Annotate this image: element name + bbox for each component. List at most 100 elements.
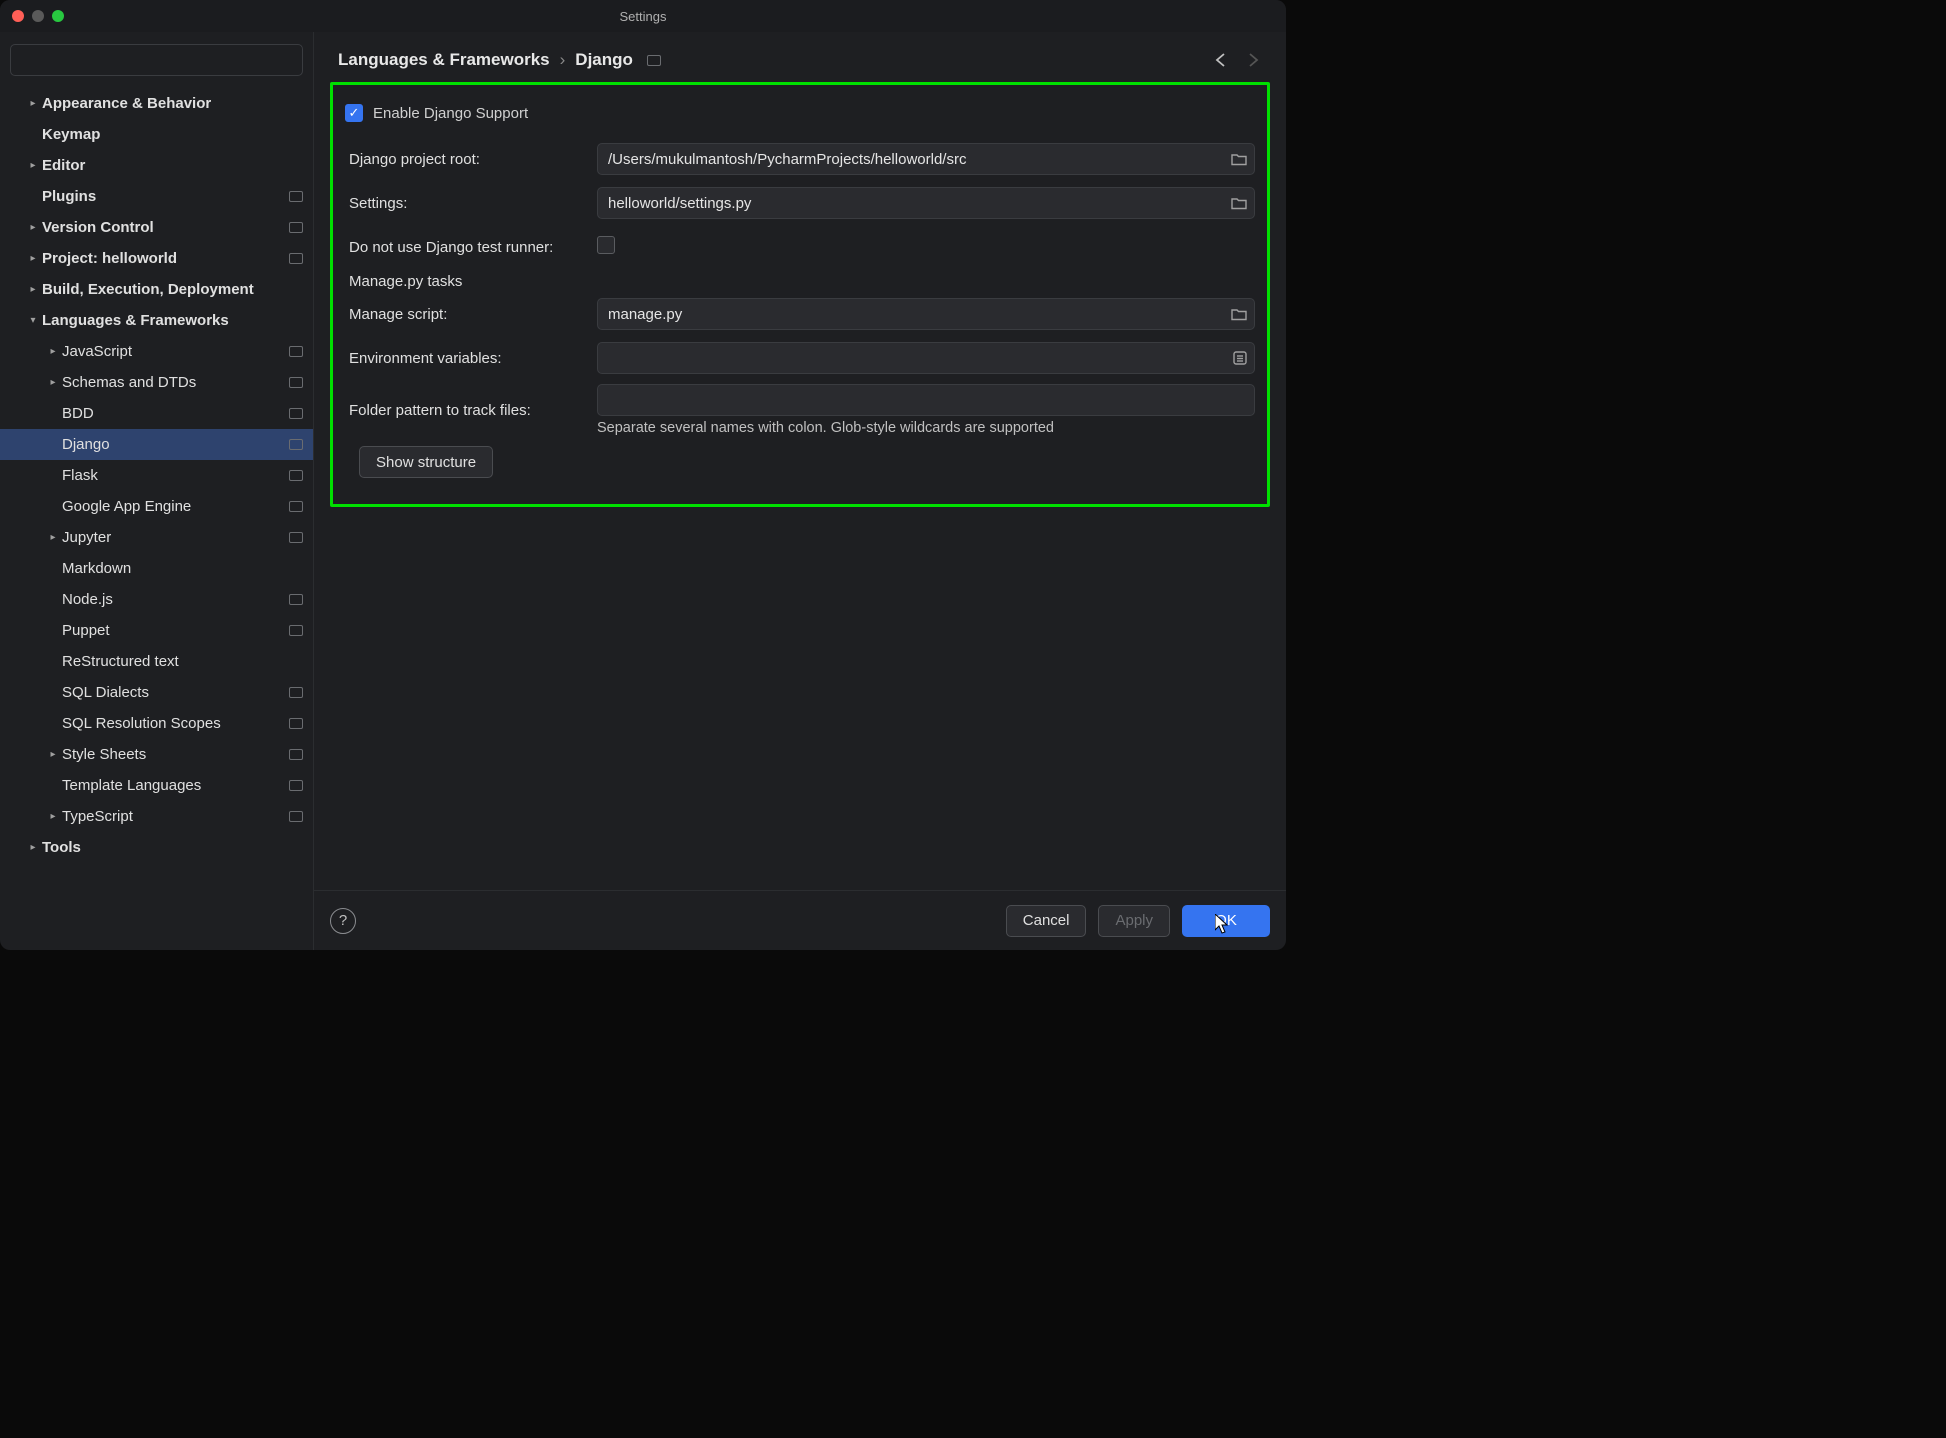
tree-item[interactable]: ▸Node.js (0, 584, 313, 615)
tree-item-label: Schemas and DTDs (62, 374, 289, 391)
tree-item[interactable]: ▸ReStructured text (0, 646, 313, 677)
chevron-right-icon[interactable]: ▸ (24, 222, 42, 233)
tree-item[interactable]: ▸Build, Execution, Deployment (0, 274, 313, 305)
tree-item[interactable]: ▸Google App Engine (0, 491, 313, 522)
tree-item[interactable]: ▸Schemas and DTDs (0, 367, 313, 398)
help-icon[interactable]: ? (330, 908, 356, 934)
env-vars-input[interactable] (597, 342, 1255, 374)
project-badge-icon (289, 408, 303, 419)
tree-item[interactable]: ▸Puppet (0, 615, 313, 646)
chevron-right-icon[interactable]: ▸ (24, 284, 42, 295)
tree-item[interactable]: ▸Template Languages (0, 770, 313, 801)
env-vars-label: Environment variables: (345, 350, 597, 367)
project-badge-icon (289, 346, 303, 357)
dialog-footer: ? Cancel Apply OK (314, 890, 1286, 950)
tree-item[interactable]: ▸Jupyter (0, 522, 313, 553)
window-title: Settings (0, 9, 1286, 24)
managepy-section-title: Manage.py tasks (345, 273, 1255, 290)
tree-item[interactable]: ▸SQL Dialects (0, 677, 313, 708)
cancel-button[interactable]: Cancel (1006, 905, 1087, 937)
manage-script-input[interactable] (597, 298, 1255, 330)
tree-item-label: JavaScript (62, 343, 289, 360)
fullscreen-icon[interactable] (52, 10, 64, 22)
project-badge-icon (289, 749, 303, 760)
breadcrumb-segment: Languages & Frameworks (338, 50, 550, 70)
tree-item[interactable]: ▸Django (0, 429, 313, 460)
tree-item[interactable]: ▸Version Control (0, 212, 313, 243)
tree-item[interactable]: ▸Keymap (0, 119, 313, 150)
chevron-down-icon[interactable]: ▾ (24, 315, 42, 326)
chevron-right-icon[interactable]: ▸ (24, 842, 42, 853)
tree-item[interactable]: ▸Style Sheets (0, 739, 313, 770)
folder-pattern-input[interactable] (597, 384, 1255, 416)
tree-item[interactable]: ▾Languages & Frameworks (0, 305, 313, 336)
show-structure-button[interactable]: Show structure (359, 446, 493, 478)
tree-item-label: SQL Dialects (62, 684, 289, 701)
tree-item[interactable]: ▸Project: helloworld (0, 243, 313, 274)
titlebar: Settings (0, 0, 1286, 32)
tree-item[interactable]: ▸Appearance & Behavior (0, 88, 313, 119)
chevron-right-icon[interactable]: ▸ (44, 811, 62, 822)
content-header: Languages & Frameworks › Django (314, 32, 1286, 82)
folder-icon[interactable] (1231, 152, 1247, 166)
nav-arrows (1212, 51, 1262, 69)
back-icon[interactable] (1212, 51, 1230, 69)
breadcrumb: Languages & Frameworks › Django (338, 50, 661, 70)
settings-input[interactable] (597, 187, 1255, 219)
ok-button[interactable]: OK (1182, 905, 1270, 937)
tree-item-label: Template Languages (62, 777, 289, 794)
project-badge-icon (289, 253, 303, 264)
folder-pattern-label: Folder pattern to track files: (345, 384, 597, 419)
search-input[interactable] (10, 44, 303, 76)
tree-item[interactable]: ▸Tools (0, 832, 313, 863)
tree-item-label: BDD (62, 405, 289, 422)
tree-item[interactable]: ▸Plugins (0, 181, 313, 212)
tree-item-label: SQL Resolution Scopes (62, 715, 289, 732)
folder-icon[interactable] (1231, 307, 1247, 321)
list-icon[interactable] (1233, 351, 1247, 365)
chevron-right-icon[interactable]: ▸ (44, 346, 62, 357)
project-badge-icon (289, 191, 303, 202)
tree-item-label: Languages & Frameworks (42, 312, 313, 329)
tree-item-label: Node.js (62, 591, 289, 608)
settings-tree: ▸Appearance & Behavior▸Keymap▸Editor▸Plu… (0, 84, 313, 950)
tree-item[interactable]: ▸Markdown (0, 553, 313, 584)
project-badge-icon (289, 780, 303, 791)
forward-icon (1244, 51, 1262, 69)
no-test-runner-checkbox[interactable] (597, 236, 615, 254)
tree-item-label: Build, Execution, Deployment (42, 281, 313, 298)
tree-item[interactable]: ▸Flask (0, 460, 313, 491)
tree-item-label: Puppet (62, 622, 289, 639)
minimize-icon[interactable] (32, 10, 44, 22)
settings-sidebar: ▸Appearance & Behavior▸Keymap▸Editor▸Plu… (0, 32, 314, 950)
project-badge-icon (647, 55, 661, 66)
chevron-right-icon[interactable]: ▸ (44, 377, 62, 388)
tree-item[interactable]: ▸JavaScript (0, 336, 313, 367)
tree-item[interactable]: ▸Editor (0, 150, 313, 181)
tree-item[interactable]: ▸SQL Resolution Scopes (0, 708, 313, 739)
tree-item[interactable]: ▸TypeScript (0, 801, 313, 832)
project-badge-icon (289, 625, 303, 636)
project-badge-icon (289, 532, 303, 543)
chevron-right-icon[interactable]: ▸ (44, 532, 62, 543)
chevron-right-icon[interactable]: ▸ (44, 749, 62, 760)
tree-item-label: Editor (42, 157, 313, 174)
tree-item[interactable]: ▸BDD (0, 398, 313, 429)
chevron-right-icon[interactable]: ▸ (24, 98, 42, 109)
body: ▸Appearance & Behavior▸Keymap▸Editor▸Plu… (0, 32, 1286, 950)
chevron-right-icon[interactable]: ▸ (24, 160, 42, 171)
apply-button: Apply (1098, 905, 1170, 937)
tree-item-label: ReStructured text (62, 653, 313, 670)
tree-item-label: Jupyter (62, 529, 289, 546)
close-icon[interactable] (12, 10, 24, 22)
tree-item-label: Appearance & Behavior (42, 95, 313, 112)
project-root-input[interactable] (597, 143, 1255, 175)
tree-item-label: Django (62, 436, 289, 453)
folder-icon[interactable] (1231, 196, 1247, 210)
enable-django-checkbox[interactable]: ✓ (345, 104, 363, 122)
tree-item-label: TypeScript (62, 808, 289, 825)
project-badge-icon (289, 687, 303, 698)
settings-window: Settings ▸Appearance & Behavior▸Keymap▸E… (0, 0, 1286, 950)
chevron-right-icon[interactable]: ▸ (24, 253, 42, 264)
manage-script-label: Manage script: (345, 306, 597, 323)
